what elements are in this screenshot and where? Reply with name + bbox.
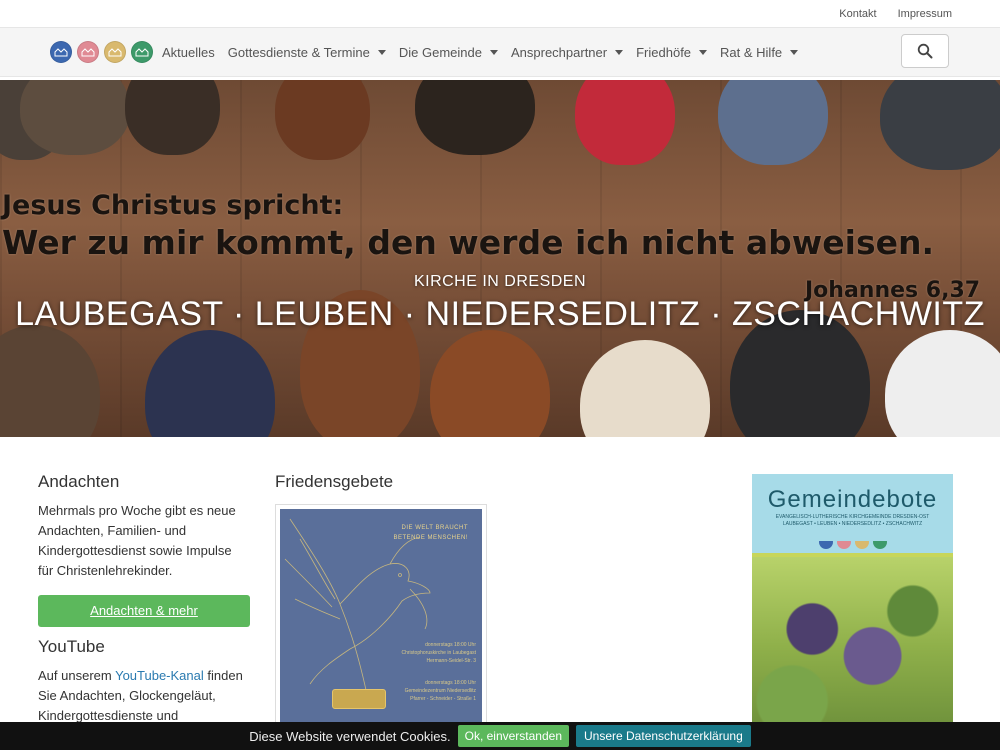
nav-item-gottesdienste[interactable]: Gottesdienste & Termine bbox=[228, 45, 386, 60]
cookie-banner: Diese Website verwendet Cookies. Ok, ein… bbox=[0, 722, 1000, 750]
hero-subtitle: KIRCHE IN DRESDEN bbox=[413, 273, 587, 290]
top-links-bar: Kontakt Impressum bbox=[0, 0, 1000, 27]
andachten-heading: Andachten bbox=[38, 472, 120, 491]
gemeindebote-cover[interactable]: Gemeindebote EVANGELISCH-LUTHERISCHE KIR… bbox=[752, 474, 953, 734]
hero-image-shoe bbox=[415, 80, 535, 155]
main-navbar: Aktuelles Gottesdienste & Termine Die Ge… bbox=[0, 27, 1000, 77]
hero-image-shoe bbox=[20, 80, 130, 155]
friedensgebete-section: Friedensgebete DIE WELT BRAUCHT BETENDE … bbox=[275, 472, 487, 744]
nav-item-gemeinde[interactable]: Die Gemeinde bbox=[399, 45, 498, 60]
parish-logos[interactable] bbox=[50, 41, 153, 63]
friedensgebete-heading: Friedensgebete bbox=[275, 472, 394, 491]
cookie-text: Diese Website verwendet Cookies. bbox=[249, 728, 451, 744]
nav-item-friedhoefe[interactable]: Friedhöfe bbox=[636, 45, 708, 60]
logo-leuben-icon[interactable] bbox=[77, 41, 99, 63]
andachten-text: Mehrmals pro Woche gibt es neue Andachte… bbox=[38, 503, 236, 578]
poster-text-laubegast: donnerstags 18:00 Uhr Christophoruskirch… bbox=[401, 642, 477, 664]
hero-image-shoe bbox=[0, 325, 100, 437]
cookie-accept-button[interactable]: Ok, einverstanden bbox=[457, 725, 569, 747]
friedensgebete-poster[interactable]: DIE WELT BRAUCHT BETENDE MENSCHEN! donne… bbox=[275, 504, 487, 744]
logo-zschachwitz-icon[interactable] bbox=[131, 41, 153, 63]
hero-image-shoe bbox=[885, 330, 1000, 437]
caret-down-icon bbox=[699, 49, 708, 55]
poster-badge bbox=[332, 689, 386, 709]
search-button[interactable] bbox=[901, 34, 949, 68]
poster-headline: DIE WELT BRAUCHT BETENDE MENSCHEN! bbox=[393, 525, 468, 541]
search-icon bbox=[917, 43, 933, 59]
logo-niedersedlitz-icon[interactable] bbox=[104, 41, 126, 63]
hero-quote-line2: Wer zu mir kommt, den werde ich nicht ab… bbox=[2, 223, 935, 262]
logo-laubegast-icon[interactable] bbox=[50, 41, 72, 63]
hero-image-shoe bbox=[580, 340, 710, 437]
gemeindebote-subtitle: EVANGELISCH-LUTHERISCHE KIRCHGEMEINDE DR… bbox=[775, 514, 930, 520]
gemeindebote-header: Gemeindebote EVANGELISCH-LUTHERISCHE KIR… bbox=[752, 474, 953, 541]
hero-title: LAUBEGAST · LEUBEN · NIEDERSEDLITZ · ZSC… bbox=[15, 295, 985, 333]
andachten-button[interactable]: Andachten & mehr bbox=[38, 595, 250, 627]
nav-item-rat-hilfe[interactable]: Rat & Hilfe bbox=[720, 45, 799, 60]
hero-image-shoe bbox=[145, 330, 275, 437]
hero-banner: Jesus Christus spricht: Wer zu mir kommt… bbox=[0, 80, 1000, 437]
nav-menu: Aktuelles Gottesdienste & Termine Die Ge… bbox=[162, 45, 799, 60]
impressum-link[interactable]: Impressum bbox=[898, 8, 952, 20]
caret-down-icon bbox=[489, 49, 498, 55]
nav-item-ansprechpartner[interactable]: Ansprechpartner bbox=[511, 45, 624, 60]
nav-item-aktuelles[interactable]: Aktuelles bbox=[162, 45, 215, 60]
youtube-heading: YouTube bbox=[38, 637, 105, 656]
andachten-section: Andachten Mehrmals pro Woche gibt es neu… bbox=[38, 472, 250, 726]
caret-down-icon bbox=[377, 49, 386, 55]
youtube-text: Auf unserem YouTube-Kanal finden Sie And… bbox=[38, 668, 243, 723]
grapes-image bbox=[752, 557, 953, 734]
gemeindebote-logos bbox=[752, 535, 953, 553]
hero-image-shoe bbox=[430, 330, 550, 437]
privacy-policy-button[interactable]: Unsere Datenschutzerklärung bbox=[576, 725, 751, 747]
hero-quote-line1: Jesus Christus spricht: bbox=[2, 190, 344, 221]
hero-image-shoe bbox=[880, 80, 1000, 170]
hero-image-shoe bbox=[125, 80, 220, 155]
gemeindebote-title: Gemeindebote bbox=[767, 486, 938, 513]
hero-image-shoe bbox=[718, 80, 828, 165]
gemeindebote-places: LAUBEGAST • LEUBEN • NIEDERSEDLITZ • ZSC… bbox=[782, 521, 923, 527]
youtube-channel-link[interactable]: YouTube-Kanal bbox=[115, 668, 204, 683]
poster-text-niedersedlitz: donnerstags 18:00 Uhr Gemeindezentrum Ni… bbox=[404, 680, 476, 702]
hero-image-shoe bbox=[575, 80, 675, 165]
caret-down-icon bbox=[790, 49, 799, 55]
hero-image-shoe bbox=[275, 80, 370, 160]
poster-image: DIE WELT BRAUCHT BETENDE MENSCHEN! donne… bbox=[280, 509, 482, 739]
kontakt-link[interactable]: Kontakt bbox=[839, 8, 876, 20]
caret-down-icon bbox=[615, 49, 624, 55]
